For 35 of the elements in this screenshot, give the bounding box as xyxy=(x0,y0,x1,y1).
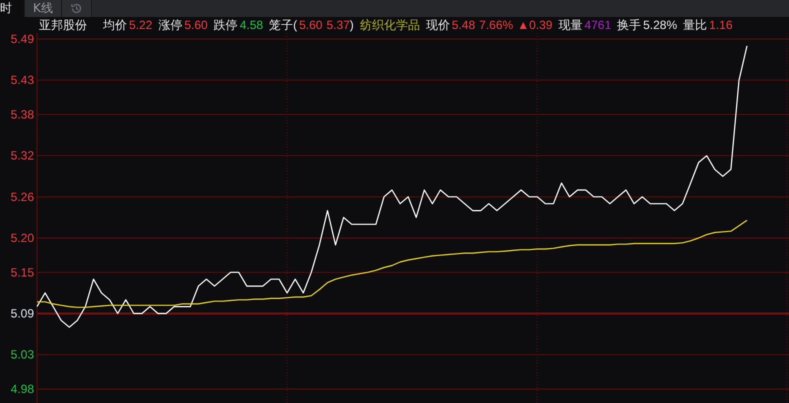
axis-label: 5.26 xyxy=(10,190,34,204)
field-value: 5.28% xyxy=(643,17,678,33)
field-label: 涨停 xyxy=(158,17,182,33)
field-value: 4.58 xyxy=(240,17,264,33)
field-value: 5.37 xyxy=(326,17,350,33)
stock-name: 亚邦股份 xyxy=(39,17,87,33)
field-label: 笼子( xyxy=(269,17,298,33)
tab[interactable]: 时 xyxy=(0,0,25,17)
axis-label: 5.20 xyxy=(10,231,34,246)
axis-label: 5.43 xyxy=(10,73,34,88)
axis-label: 5.38 xyxy=(10,108,34,122)
industry-tag: 纺织化学品 xyxy=(360,17,420,33)
field-value: 5.60 xyxy=(184,17,208,33)
field-value: 5.60 xyxy=(299,17,322,33)
field-label: 跌停 xyxy=(214,17,238,33)
field-value: 4761 xyxy=(584,17,612,33)
field-value: 1.16 xyxy=(709,17,733,33)
axis-label: 4.98 xyxy=(10,382,34,396)
field-label: 现价 xyxy=(426,17,450,33)
history-icon[interactable] xyxy=(62,0,92,17)
tab[interactable]: K线 xyxy=(25,0,62,17)
field-label: ) xyxy=(350,17,354,33)
axis-label: 5.49 xyxy=(10,33,34,46)
field-label: 量比 xyxy=(683,17,708,33)
field-value: 7.66% xyxy=(479,17,514,33)
field-value: 5.22 xyxy=(129,17,152,33)
field-label: 均价 xyxy=(103,17,127,33)
field-label: 换手 xyxy=(617,17,642,33)
axis-label: 5.03 xyxy=(10,348,34,362)
axis-label: 5.32 xyxy=(10,148,34,163)
field-value: ▲0.39 xyxy=(517,17,552,33)
field-label: 现量 xyxy=(558,17,582,33)
axis-label: 5.15 xyxy=(10,265,34,280)
field-value: 5.48 xyxy=(452,17,476,33)
axis-label: 5.09 xyxy=(10,306,34,320)
